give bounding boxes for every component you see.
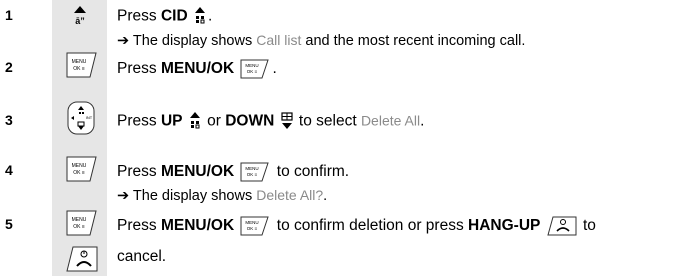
svg-text:MENU: MENU bbox=[72, 217, 87, 223]
step-1-result: ➔ The display shows Call list and the mo… bbox=[117, 32, 526, 49]
svg-text:OK ≡: OK ≡ bbox=[247, 226, 258, 231]
nav-key-icon: INT bbox=[67, 101, 95, 135]
svg-text:MENU: MENU bbox=[246, 63, 259, 68]
step-number-5: 5 bbox=[5, 216, 13, 232]
svg-text:MENU: MENU bbox=[72, 163, 87, 169]
menu-ok-key-icon: MENU OK ≡ bbox=[66, 156, 98, 182]
svg-text:INT: INT bbox=[86, 115, 93, 120]
step-5-text: Press MENU/OK MENU OK ≡ to confirm delet… bbox=[117, 216, 596, 236]
cid-icon: ā” bbox=[73, 6, 87, 26]
svg-text:ā”: ā” bbox=[75, 16, 85, 26]
menu-ok-key-icon: MENU OK ≡ bbox=[240, 216, 270, 236]
svg-text:OK ≡: OK ≡ bbox=[73, 170, 85, 176]
step-number-2: 2 bbox=[5, 59, 13, 75]
step-number-1: 1 bbox=[5, 7, 13, 23]
step-3-text: Press UP or DOWN to select Delete All. bbox=[117, 112, 425, 131]
svg-text:OK ≡: OK ≡ bbox=[73, 66, 85, 72]
menu-ok-key-icon: MENU OK ≡ bbox=[240, 162, 270, 182]
menu-ok-key-icon: MENU OK ≡ bbox=[66, 52, 98, 78]
cid-icon bbox=[194, 7, 206, 26]
step-4-result: ➔ The display shows Delete All?. bbox=[117, 187, 328, 204]
step-5-text-line-2: cancel. bbox=[117, 248, 167, 265]
svg-text:MENU: MENU bbox=[246, 220, 259, 225]
step-4-text: Press MENU/OK MENU OK ≡ to confirm. bbox=[117, 162, 350, 182]
svg-text:OK ≡: OK ≡ bbox=[247, 69, 258, 74]
svg-text:OK ≡: OK ≡ bbox=[247, 172, 258, 177]
step-number-3: 3 bbox=[5, 112, 13, 128]
hang-up-key-icon bbox=[66, 246, 98, 272]
step-number-4: 4 bbox=[5, 162, 13, 178]
svg-text:MENU: MENU bbox=[246, 166, 259, 171]
svg-text:OK ≡: OK ≡ bbox=[73, 224, 85, 230]
menu-ok-key-icon: MENU OK ≡ bbox=[66, 210, 98, 236]
svg-text:MENU: MENU bbox=[72, 59, 87, 65]
hang-up-icon bbox=[547, 216, 577, 236]
menu-ok-key-icon: MENU OK ≡ bbox=[240, 59, 270, 79]
step-1-text: Press CID . bbox=[117, 7, 213, 26]
step-2-text: Press MENU/OK MENU OK ≡ . bbox=[117, 59, 277, 79]
down-icon bbox=[280, 112, 293, 131]
up-icon bbox=[189, 112, 201, 131]
